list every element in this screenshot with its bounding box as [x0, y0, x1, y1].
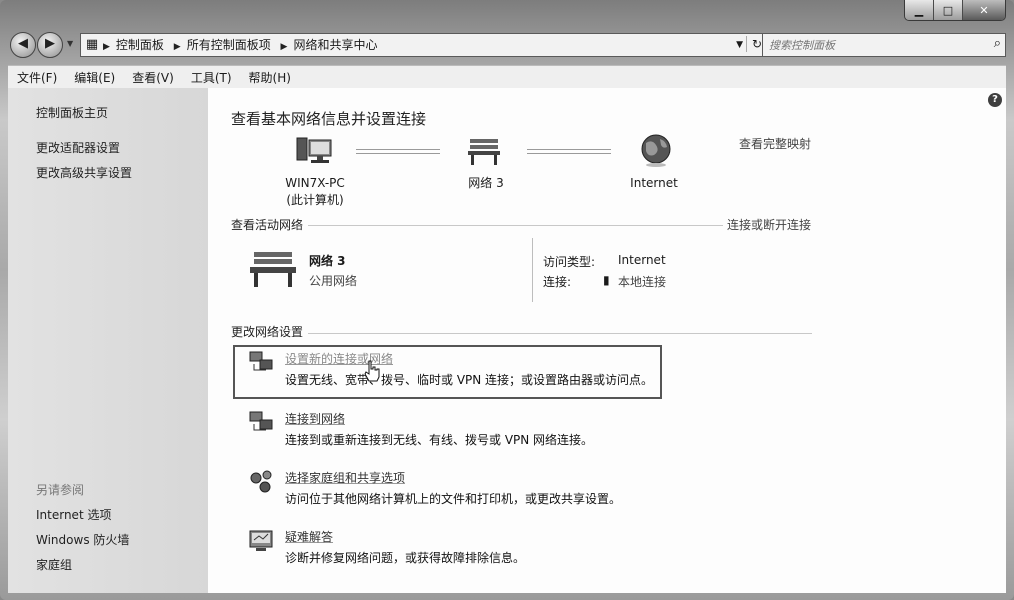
computer-icon — [296, 137, 332, 163]
window: ▁ □ ✕ ◀ ▶ ▼ ▦ ▶ 控制面板 ▶ 所有控制面板项 ▶ 网络和共享中心 ▼ … — [0, 0, 1014, 600]
task-link[interactable]: 选择家庭组和共享选项 — [285, 469, 405, 486]
computer-name: WIN7X-PC — [285, 176, 345, 190]
sidebar: 控制面板主页 更改适配器设置 更改高级共享设置 另请参阅 Internet 选项… — [8, 88, 208, 593]
full-map-link[interactable]: 查看完整映射 — [739, 135, 811, 152]
network-node-label: 网络 3 — [468, 176, 504, 190]
menu-help[interactable]: 帮助(H) — [240, 69, 299, 86]
vertical-divider — [532, 238, 533, 302]
network-type-link[interactable]: 公用网络 — [309, 272, 357, 289]
control-panel-icon: ▦ — [85, 37, 99, 52]
see-also-heading: 另请参阅 — [36, 483, 85, 497]
search-box[interactable]: ⌕ — [762, 33, 1006, 57]
troubleshoot-icon — [249, 530, 273, 551]
breadcrumb-item[interactable]: 所有控制面板项 — [187, 38, 271, 52]
connection-label: 连接: — [543, 275, 572, 289]
connect-disconnect-link[interactable]: 连接或断开连接 — [727, 216, 811, 233]
task-setup-connection[interactable]: 设置新的连接或网络 设置无线、宽带、拨号、临时或 VPN 连接；或设置路由器或访… — [248, 350, 828, 400]
task-link[interactable]: 疑难解答 — [285, 528, 333, 545]
homegroup-icon — [250, 470, 272, 493]
main-content: ? 查看基本网络信息并设置连接 查看完整映射 WIN7X-PC (此计算机) 网… — [208, 88, 1006, 593]
hand-cursor-icon — [364, 360, 380, 382]
recent-pages-dropdown-icon[interactable]: ▼ — [67, 39, 73, 48]
network-name: 网络 3 — [309, 254, 346, 268]
address-dropdown-icon[interactable]: ▼ — [736, 34, 743, 56]
breadcrumb-item[interactable]: 控制面板 — [116, 38, 164, 52]
task-desc: 诊断并修复网络问题，或获得故障排除信息。 — [285, 551, 526, 565]
connection-value-link[interactable]: 本地连接 — [618, 273, 666, 290]
task-connect-to-network[interactable]: 连接到网络 连接到或重新连接到无线、有线、拨号或 VPN 网络连接。 — [248, 410, 828, 460]
ethernet-icon: ▮ — [603, 273, 610, 287]
sidebar-item-internet-options[interactable]: Internet 选项 — [36, 506, 111, 523]
menu-view[interactable]: 查看(V) — [123, 69, 182, 86]
change-settings-heading: 更改网络设置 — [231, 325, 304, 339]
address-bar[interactable]: ▦ ▶ 控制面板 ▶ 所有控制面板项 ▶ 网络和共享中心 ▼ ↻ — [80, 33, 770, 57]
task-troubleshoot[interactable]: 疑难解答 诊断并修复网络问题，或获得故障排除信息。 — [248, 528, 828, 578]
menu-file[interactable]: 文件(F) — [8, 69, 65, 86]
setup-connection-icon — [249, 351, 273, 371]
navigation-bar: ◀ ▶ ▼ ▦ ▶控制面板 ▶所有控制面板项 ▶网络和共享中心 ▼ ↻ ⌕ — [10, 30, 1006, 60]
task-desc: 连接到或重新连接到无线、有线、拨号或 VPN 网络连接。 — [285, 433, 594, 447]
breadcrumb-separator-icon: ▶ — [103, 42, 110, 52]
breadcrumb: ▶ 控制面板 ▶ 所有控制面板项 ▶ 网络和共享中心 — [103, 34, 383, 56]
task-homegroup-sharing[interactable]: 选择家庭组和共享选项 访问位于其他网络计算机上的文件和打印机，或更改共享设置。 — [248, 469, 828, 519]
search-input[interactable] — [767, 36, 981, 54]
breadcrumb-separator-icon: ▶ — [173, 42, 181, 52]
maximize-icon[interactable]: □ — [933, 0, 962, 20]
access-type-value: Internet — [618, 253, 666, 267]
sidebar-item-windows-firewall[interactable]: Windows 防火墙 — [36, 531, 129, 548]
computer-node-label: WIN7X-PC (此计算机) — [260, 175, 370, 209]
sidebar-item-advanced-sharing[interactable]: 更改高级共享设置 — [36, 164, 132, 181]
breadcrumb-separator-icon: ▶ — [280, 42, 288, 52]
active-networks-heading: 查看活动网络 — [231, 218, 304, 232]
menu-edit[interactable]: 编辑(E) — [65, 69, 123, 86]
divider — [308, 333, 812, 334]
help-icon[interactable]: ? — [988, 93, 1002, 107]
breadcrumb-item[interactable]: 网络和共享中心 — [293, 38, 377, 52]
task-link[interactable]: 连接到网络 — [285, 410, 345, 427]
sidebar-item-homegroup[interactable]: 家庭组 — [36, 556, 72, 573]
divider — [308, 225, 723, 226]
connection-line — [356, 149, 440, 154]
access-type-label: 访问类型: — [543, 255, 596, 269]
network-bench-icon — [250, 252, 296, 287]
forward-arrow-icon[interactable]: ▶ — [37, 32, 63, 58]
menu-tools[interactable]: 工具(T) — [182, 69, 240, 86]
globe-icon — [641, 134, 671, 167]
computer-sub: (此计算机) — [286, 193, 344, 207]
menu-bar: 文件(F) 编辑(E) 查看(V) 工具(T) 帮助(H) — [8, 65, 1006, 89]
window-controls: ▁ □ ✕ — [904, 0, 1006, 21]
close-icon[interactable]: ✕ — [962, 0, 1005, 20]
connect-network-icon — [249, 411, 273, 431]
task-desc: 访问位于其他网络计算机上的文件和打印机，或更改共享设置。 — [285, 492, 622, 506]
sidebar-item-adapter-settings[interactable]: 更改适配器设置 — [36, 139, 120, 156]
internet-node-label: Internet — [630, 176, 678, 190]
task-desc: 设置无线、宽带、拨号、临时或 VPN 连接；或设置路由器或访问点。 — [285, 373, 654, 387]
bench-icon — [468, 139, 500, 165]
search-icon[interactable]: ⌕ — [994, 36, 1001, 51]
page-title: 查看基本网络信息并设置连接 — [231, 110, 427, 128]
connection-line — [527, 149, 611, 154]
minimize-icon[interactable]: ▁ — [905, 0, 933, 20]
back-arrow-icon[interactable]: ◀ — [10, 32, 36, 58]
sidebar-item-control-panel-home[interactable]: 控制面板主页 — [36, 104, 108, 121]
